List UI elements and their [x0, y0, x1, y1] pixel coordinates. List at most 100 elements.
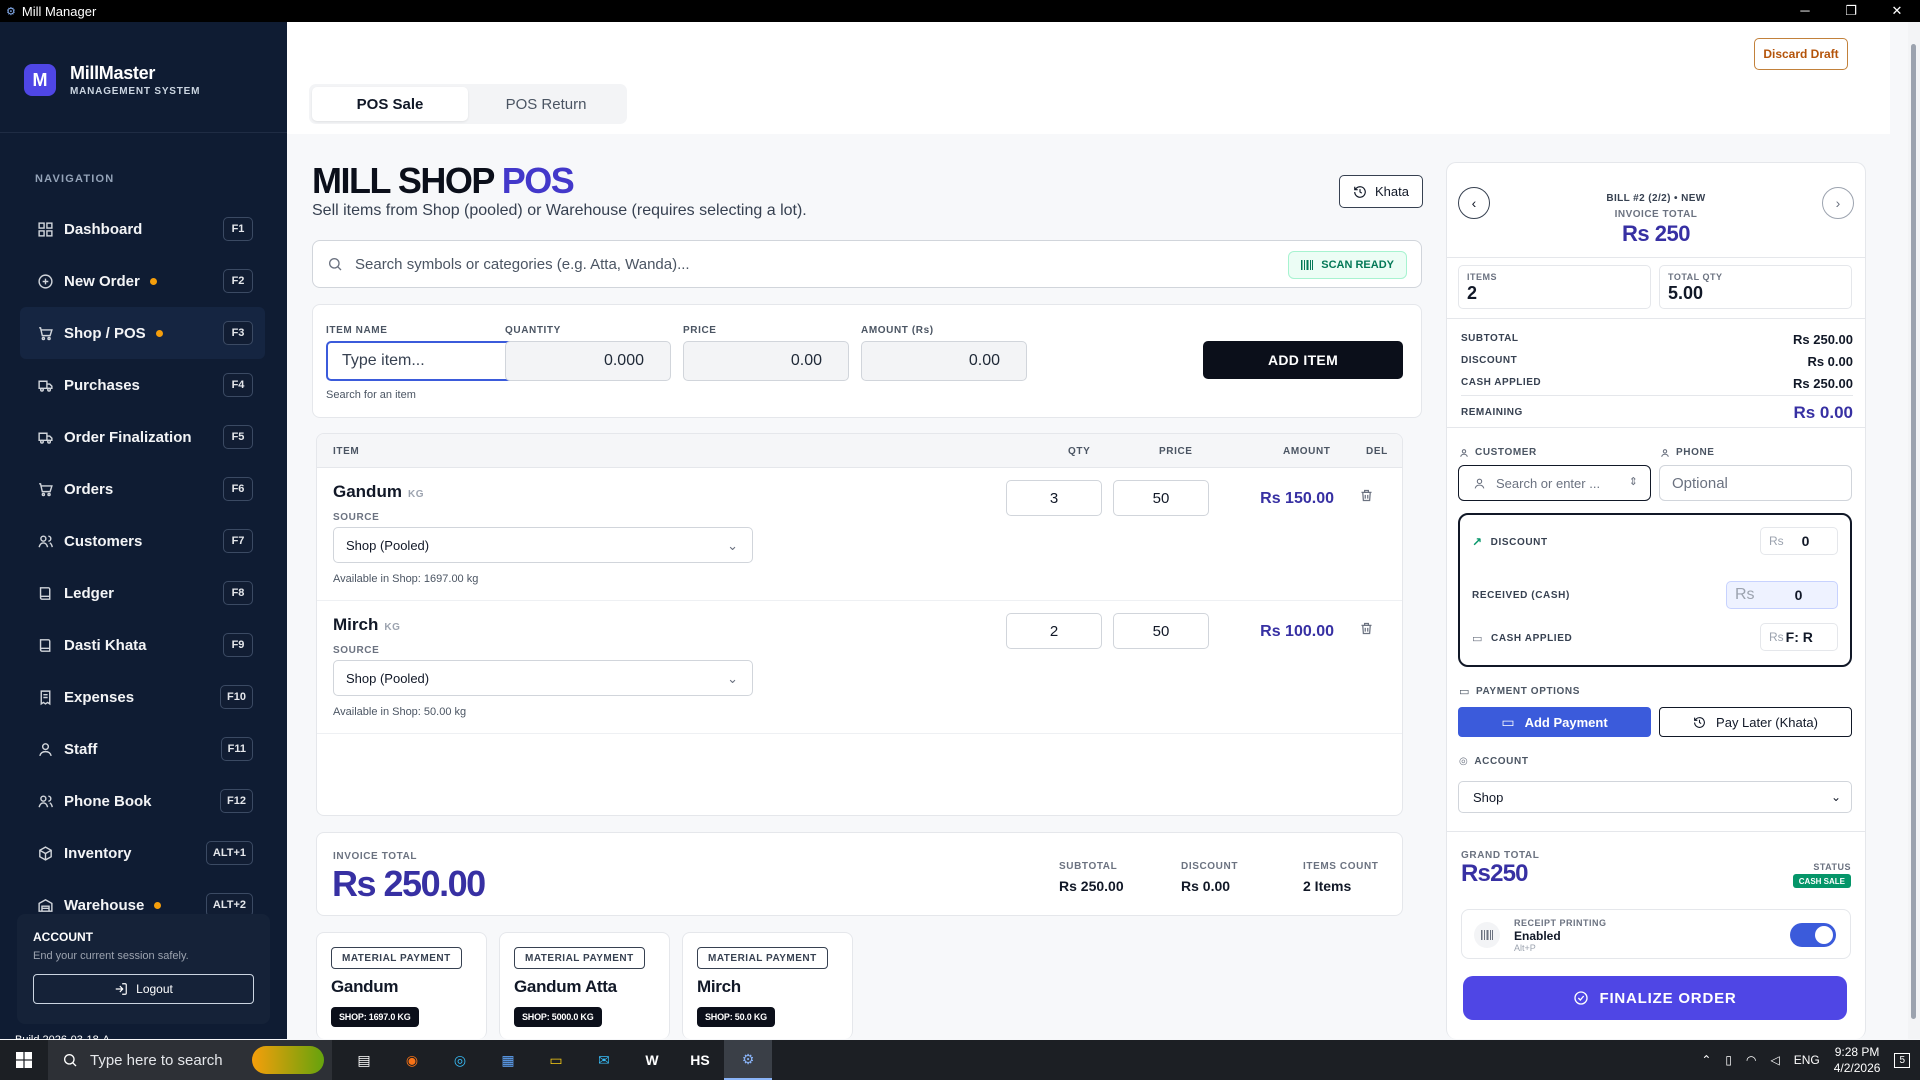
taskbar-search[interactable]: Type here to search — [48, 1040, 332, 1080]
discard-draft-button[interactable]: Discard Draft — [1754, 38, 1848, 70]
delete-line-button[interactable] — [1359, 621, 1374, 641]
finalize-order-button[interactable]: FINALIZE ORDER — [1463, 976, 1847, 1020]
remaining-value: Rs 0.00 — [1793, 403, 1853, 422]
col-price: PRICE — [1159, 446, 1193, 457]
notification-icon[interactable]: 5 — [1894, 1052, 1910, 1068]
pay-later-button[interactable]: Pay Later (Khata) — [1659, 707, 1852, 737]
edge-icon[interactable]: ◎ — [436, 1040, 484, 1080]
toggle-knob — [1815, 926, 1833, 944]
sidebar-item-label: Inventory — [64, 844, 132, 862]
store-icon[interactable]: ▦ — [484, 1040, 532, 1080]
weather-widget-icon[interactable] — [252, 1046, 324, 1074]
sidebar-item-order-finalization[interactable]: Order Finalization F5 — [20, 411, 265, 463]
chevron-down-icon: ⌄ — [727, 671, 738, 686]
account-title: ACCOUNT — [33, 930, 93, 944]
mail-icon[interactable]: ✉ — [580, 1040, 628, 1080]
shortcut-key-badge: ALT+1 — [205, 841, 253, 865]
sidebar-item-ledger[interactable]: Ledger F8 — [20, 567, 265, 619]
brand-logo: M — [24, 64, 56, 96]
items-value: 2 — [1467, 283, 1478, 303]
discount-input[interactable]: Rs 0 — [1760, 527, 1838, 555]
top-strip: Discard Draft POS Sale POS Return — [287, 22, 1890, 134]
customer-search-input[interactable]: Search or enter ... ⇕ — [1458, 465, 1651, 501]
logout-button[interactable]: Logout — [33, 974, 254, 1004]
source-select[interactable]: Shop (Pooled) ⌄ — [333, 660, 753, 696]
task-view-icon[interactable]: ▤ — [340, 1040, 388, 1080]
start-button[interactable] — [0, 1040, 48, 1080]
clock-date: 4/2/2026 — [1833, 1061, 1881, 1075]
sidebar-item-shop-pos[interactable]: Shop / POS F3 — [20, 307, 265, 359]
wifi-icon[interactable]: ◠ — [1746, 1053, 1756, 1067]
amount-field[interactable]: 0.00 — [861, 341, 1027, 381]
shortcut-key-badge: F3 — [223, 321, 253, 345]
check-circle-icon — [1574, 991, 1589, 1005]
hs-app-icon[interactable]: HS — [676, 1040, 724, 1080]
line-price-input[interactable]: 50 — [1113, 480, 1209, 516]
delete-line-button[interactable] — [1359, 488, 1374, 508]
battery-icon[interactable]: ▯ — [1725, 1053, 1732, 1067]
sidebar-item-dashboard[interactable]: Dashboard F1 — [20, 203, 265, 255]
item-name-label: ITEM NAME — [326, 325, 388, 336]
window-titlebar: ⚙ Mill Manager ─ ❐ ✕ — [0, 0, 1920, 22]
material-name: Mirch — [697, 977, 741, 996]
sidebar-item-orders[interactable]: Orders F6 — [20, 463, 265, 515]
table-row: Gandum KG SOURCE Shop (Pooled) ⌄ Available… — [317, 468, 1402, 601]
bill-divider — [1447, 831, 1865, 832]
line-qty-input[interactable]: 2 — [1006, 613, 1102, 649]
table-header: ITEM QTY PRICE AMOUNT DEL — [317, 434, 1402, 468]
printer-icon — [1474, 922, 1500, 948]
writer-icon[interactable]: W — [628, 1040, 676, 1080]
sidebar-item-customers[interactable]: Customers F7 — [20, 515, 265, 567]
file-explorer-icon[interactable]: ▭ — [532, 1040, 580, 1080]
discount-currency: Rs — [1769, 534, 1784, 548]
cash-applied-input[interactable]: Rs F: R — [1760, 623, 1838, 651]
account-select-value: Shop — [1473, 789, 1504, 805]
add-payment-button[interactable]: ▭ Add Payment — [1458, 707, 1651, 737]
book-icon — [36, 584, 54, 602]
material-payment-card[interactable]: MATERIAL PAYMENT Gandum Atta SHOP: 5000.… — [499, 932, 670, 1039]
line-qty-input[interactable]: 3 — [1006, 480, 1102, 516]
received-cash-input[interactable]: Rs 0 — [1726, 581, 1838, 609]
quantity-field[interactable]: 0.000 — [505, 341, 671, 381]
mill-manager-icon[interactable]: ⚙ — [724, 1040, 772, 1080]
clock[interactable]: 9:28 PM 4/2/2026 — [1834, 1044, 1881, 1076]
sidebar-item-dasti-khata[interactable]: Dasti Khata F9 — [20, 619, 265, 671]
source-select[interactable]: Shop (Pooled) ⌄ — [333, 527, 753, 563]
sidebar-item-purchases[interactable]: Purchases F4 — [20, 359, 265, 411]
sidebar-item-new-order[interactable]: New Order F2 — [20, 255, 265, 307]
language-indicator[interactable]: ENG — [1794, 1053, 1820, 1067]
col-del: DEL — [1366, 446, 1388, 457]
receipt-printing-box: RECEIPT PRINTING Enabled Alt+P — [1461, 909, 1851, 959]
tab-pos-sale[interactable]: POS Sale — [312, 87, 468, 121]
total-qty-label: TOTAL QTY — [1668, 272, 1723, 282]
material-payment-card[interactable]: MATERIAL PAYMENT Mirch SHOP: 50.0 KG — [682, 932, 853, 1039]
add-item-button[interactable]: ADD ITEM — [1203, 341, 1403, 379]
account-select[interactable]: Shop ⌄ — [1458, 781, 1852, 813]
availability-text: Available in Shop: 1697.00 kg — [333, 573, 479, 585]
search-icon — [63, 1054, 77, 1067]
user-icon — [1474, 478, 1485, 489]
sidebar-item-expenses[interactable]: Expenses F10 — [20, 671, 265, 723]
scrollbar-thumb[interactable] — [1911, 44, 1916, 1019]
line-item-name-text: Gandum — [333, 482, 402, 501]
tab-pos-return[interactable]: POS Return — [468, 87, 624, 121]
minimize-icon[interactable]: ─ — [1782, 0, 1828, 22]
close-icon[interactable]: ✕ — [1874, 0, 1920, 22]
sidebar-item-staff[interactable]: Staff F11 — [20, 723, 265, 775]
chevron-up-icon[interactable]: ⌃ — [1701, 1053, 1711, 1067]
item-search-input[interactable] — [355, 255, 1275, 273]
phone-input[interactable]: Optional — [1659, 465, 1852, 501]
receipt-printing-toggle[interactable] — [1790, 923, 1836, 947]
copilot-icon[interactable]: ◉ — [388, 1040, 436, 1080]
page-scrollbar[interactable] — [1908, 22, 1920, 1039]
items-box: ITEMS 2 — [1458, 265, 1651, 309]
sidebar-item-inventory[interactable]: Inventory ALT+1 — [20, 827, 265, 879]
volume-icon[interactable]: ◁ — [1770, 1053, 1779, 1067]
sidebar-item-label: Orders — [64, 480, 114, 498]
line-price-input[interactable]: 50 — [1113, 613, 1209, 649]
maximize-icon[interactable]: ❐ — [1828, 0, 1874, 22]
sidebar-item-phone-book[interactable]: Phone Book F12 — [20, 775, 265, 827]
price-field[interactable]: 0.00 — [683, 341, 849, 381]
khata-button[interactable]: Khata — [1339, 175, 1423, 208]
material-payment-card[interactable]: MATERIAL PAYMENT Gandum SHOP: 1697.0 KG — [316, 932, 487, 1039]
